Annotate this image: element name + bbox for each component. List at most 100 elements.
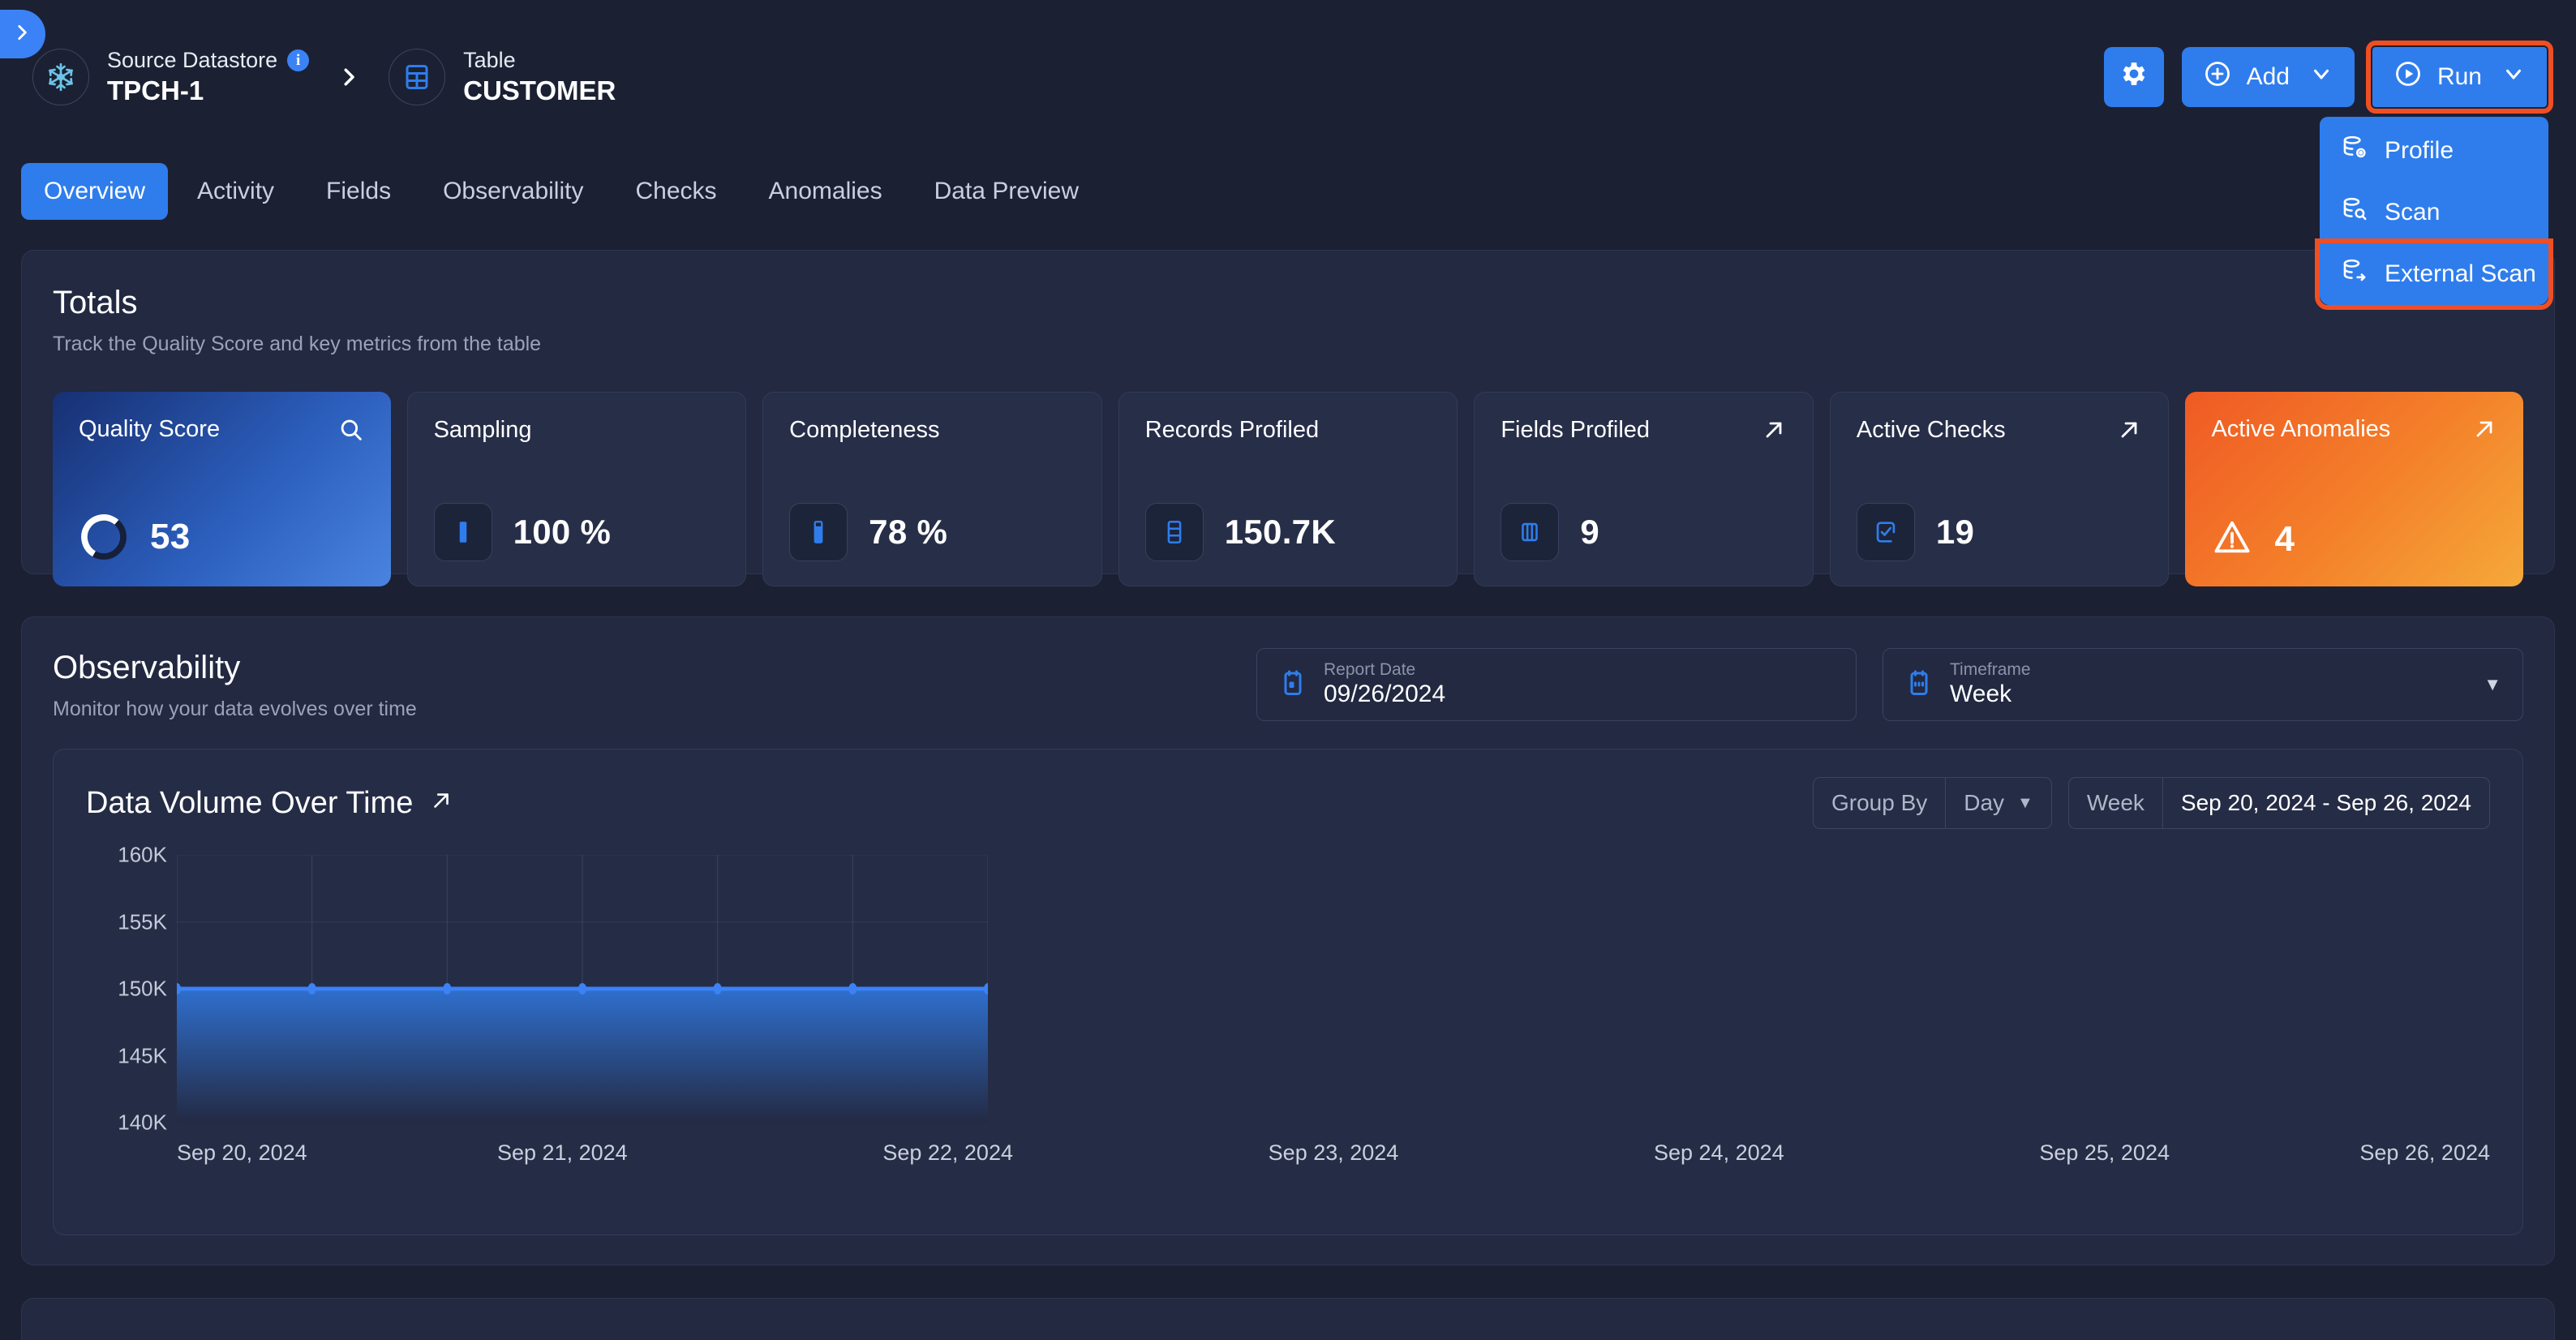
group-by-control[interactable]: Group By Day ▼ (1812, 777, 2052, 829)
totals-subtitle: Track the Quality Score and key metrics … (53, 333, 542, 355)
breadcrumb-table-label: Table (463, 48, 516, 72)
metric-card-fields-profiled[interactable]: Fields Profiled 9 (1474, 392, 1814, 586)
run-menu-item-scan[interactable]: Scan (2320, 182, 2548, 243)
search-icon[interactable] (337, 416, 365, 448)
metric-card-label: Active Checks (1856, 417, 2006, 443)
run-button-label: Run (2436, 63, 2482, 90)
metric-card-label: Fields Profiled (1501, 417, 1651, 443)
tab-observability[interactable]: Observability (420, 163, 606, 220)
arrow-up-right-icon[interactable] (2471, 416, 2497, 446)
metric-card-records-profiled[interactable]: Records Profiled 150.7K (1118, 392, 1458, 586)
group-by-label: Group By (1831, 790, 1928, 815)
timeframe-value: Week (1950, 681, 2012, 708)
gear-icon (2119, 58, 2149, 96)
run-menu-item-external-scan[interactable]: External Scan (2315, 238, 2553, 310)
observability-subtitle: Monitor how your data evolves over time (53, 698, 417, 720)
x-tick-label: Sep 22, 2024 (882, 1140, 1013, 1165)
chart-header: Data Volume Over Time Group By Day ▼ Wee… (86, 777, 2490, 829)
report-date-value: 09/26/2024 (1324, 681, 1446, 708)
plus-circle-icon (2203, 59, 2232, 95)
y-tick-label: 160K (118, 842, 167, 867)
breadcrumb-source-datastore[interactable]: Source Datastore i TPCH-1 (32, 48, 310, 106)
tab-data-preview[interactable]: Data Preview (912, 163, 1101, 220)
metric-card-label: Active Anomalies (2211, 416, 2391, 442)
x-tick-label: Sep 20, 2024 (177, 1140, 307, 1165)
chevron-down-icon (2501, 62, 2526, 92)
chart-area-fill (177, 989, 988, 1123)
metric-card-label: Records Profiled (1144, 417, 1320, 443)
tab-anomalies[interactable]: Anomalies (746, 163, 905, 220)
tab-bar: Overview Activity Fields Observability C… (21, 159, 2555, 224)
arrow-up-right-icon[interactable] (1761, 417, 1787, 447)
database-search-icon (2341, 195, 2368, 230)
group-by-value-segment[interactable]: Day ▼ (1946, 778, 2051, 828)
run-button[interactable]: Run (2365, 41, 2554, 114)
data-volume-chart-card: Data Volume Over Time Group By Day ▼ Wee… (53, 749, 2523, 1235)
settings-button[interactable] (2103, 47, 2164, 107)
tab-checks[interactable]: Checks (612, 163, 739, 220)
y-tick-label: 155K (118, 909, 167, 934)
observability-title: Observability (53, 650, 241, 685)
timeframe-select[interactable]: Timeframe Week ▼ (1883, 648, 2523, 721)
chart-data-point[interactable] (307, 983, 316, 994)
snowflake-icon (32, 48, 89, 105)
metric-card-active-checks[interactable]: Active Checks 19 (1829, 392, 2170, 586)
y-axis-labels: 160K 155K 150K 145K 140K (86, 843, 167, 1135)
x-tick-label: Sep 21, 2024 (497, 1140, 628, 1165)
play-circle-icon (2394, 59, 2423, 95)
breadcrumb: Source Datastore i TPCH-1 Table CUSTOMER (32, 48, 616, 106)
header-actions: Add Run Profile Scan External Scan (2103, 41, 2554, 310)
y-tick-label: 140K (118, 1110, 167, 1135)
caret-down-icon[interactable]: ▼ (2484, 674, 2501, 695)
calendar-icon (1904, 668, 1934, 702)
range-value: Sep 20, 2024 - Sep 26, 2024 (2180, 790, 2471, 815)
database-arrow-icon (2341, 257, 2368, 291)
x-tick-label: Sep 23, 2024 (1268, 1140, 1399, 1165)
y-tick-label: 150K (118, 976, 167, 1001)
warning-triangle-icon (2211, 516, 2253, 562)
chart-data-point[interactable] (713, 983, 722, 994)
x-tick-label: Sep 26, 2024 (2359, 1140, 2490, 1165)
run-button-wrapper: Run Profile Scan External Scan (2315, 41, 2554, 310)
observability-panel: Observability Monitor how your data evol… (21, 616, 2555, 1265)
gauge-donut-icon (79, 512, 129, 562)
breadcrumb-table[interactable]: Table CUSTOMER (389, 48, 616, 106)
breadcrumb-source-label: Source Datastore (107, 48, 278, 72)
tab-activity[interactable]: Activity (174, 163, 297, 220)
metric-card-value: 4 (2274, 518, 2295, 559)
metric-card-value: 19 (1935, 513, 1975, 551)
columns-icon (1501, 503, 1560, 561)
database-profile-icon (2341, 134, 2368, 168)
add-button[interactable]: Add (2181, 47, 2355, 107)
bar-full-icon (433, 503, 492, 561)
arrow-up-right-icon[interactable] (429, 786, 453, 821)
chart-data-point[interactable] (578, 983, 586, 994)
run-menu-item-profile[interactable]: Profile (2320, 120, 2548, 182)
info-icon[interactable]: i (287, 49, 310, 72)
tab-overview[interactable]: Overview (21, 163, 169, 220)
arrow-up-right-icon[interactable] (2116, 417, 2142, 447)
report-date-field[interactable]: Report Date 09/26/2024 (1256, 648, 1857, 721)
metric-card-active-anomalies[interactable]: Active Anomalies 4 (2185, 392, 2524, 586)
tab-fields[interactable]: Fields (303, 163, 414, 220)
metric-card-sampling[interactable]: Sampling 100 % (406, 392, 747, 586)
x-tick-label: Sep 24, 2024 (1654, 1140, 1784, 1165)
metric-card-label: Sampling (433, 417, 532, 443)
metric-card-value: 53 (150, 517, 191, 556)
metric-card-label: Quality Score (79, 416, 221, 442)
y-tick-label: 145K (118, 1043, 167, 1067)
metric-card-value: 100 % (513, 513, 612, 551)
check-square-icon (1856, 503, 1915, 561)
chart-data-point[interactable] (443, 983, 452, 994)
observability-controls: Report Date 09/26/2024 Timeframe Week ▼ (1256, 648, 2523, 721)
date-range-control[interactable]: Week Sep 20, 2024 - Sep 26, 2024 (2067, 777, 2490, 829)
bar-partial-icon (789, 503, 848, 561)
report-date-label: Report Date (1324, 660, 1416, 680)
records-icon (1144, 503, 1204, 561)
breadcrumb-separator-icon (337, 61, 361, 93)
metric-card-quality-score[interactable]: Quality Score 53 (53, 392, 391, 586)
metric-card-completeness[interactable]: Completeness 78 % (762, 392, 1102, 586)
chart-data-point[interactable] (848, 983, 857, 994)
add-button-label: Add (2246, 63, 2290, 90)
totals-panel: Totals Track the Quality Score and key m… (21, 250, 2555, 586)
